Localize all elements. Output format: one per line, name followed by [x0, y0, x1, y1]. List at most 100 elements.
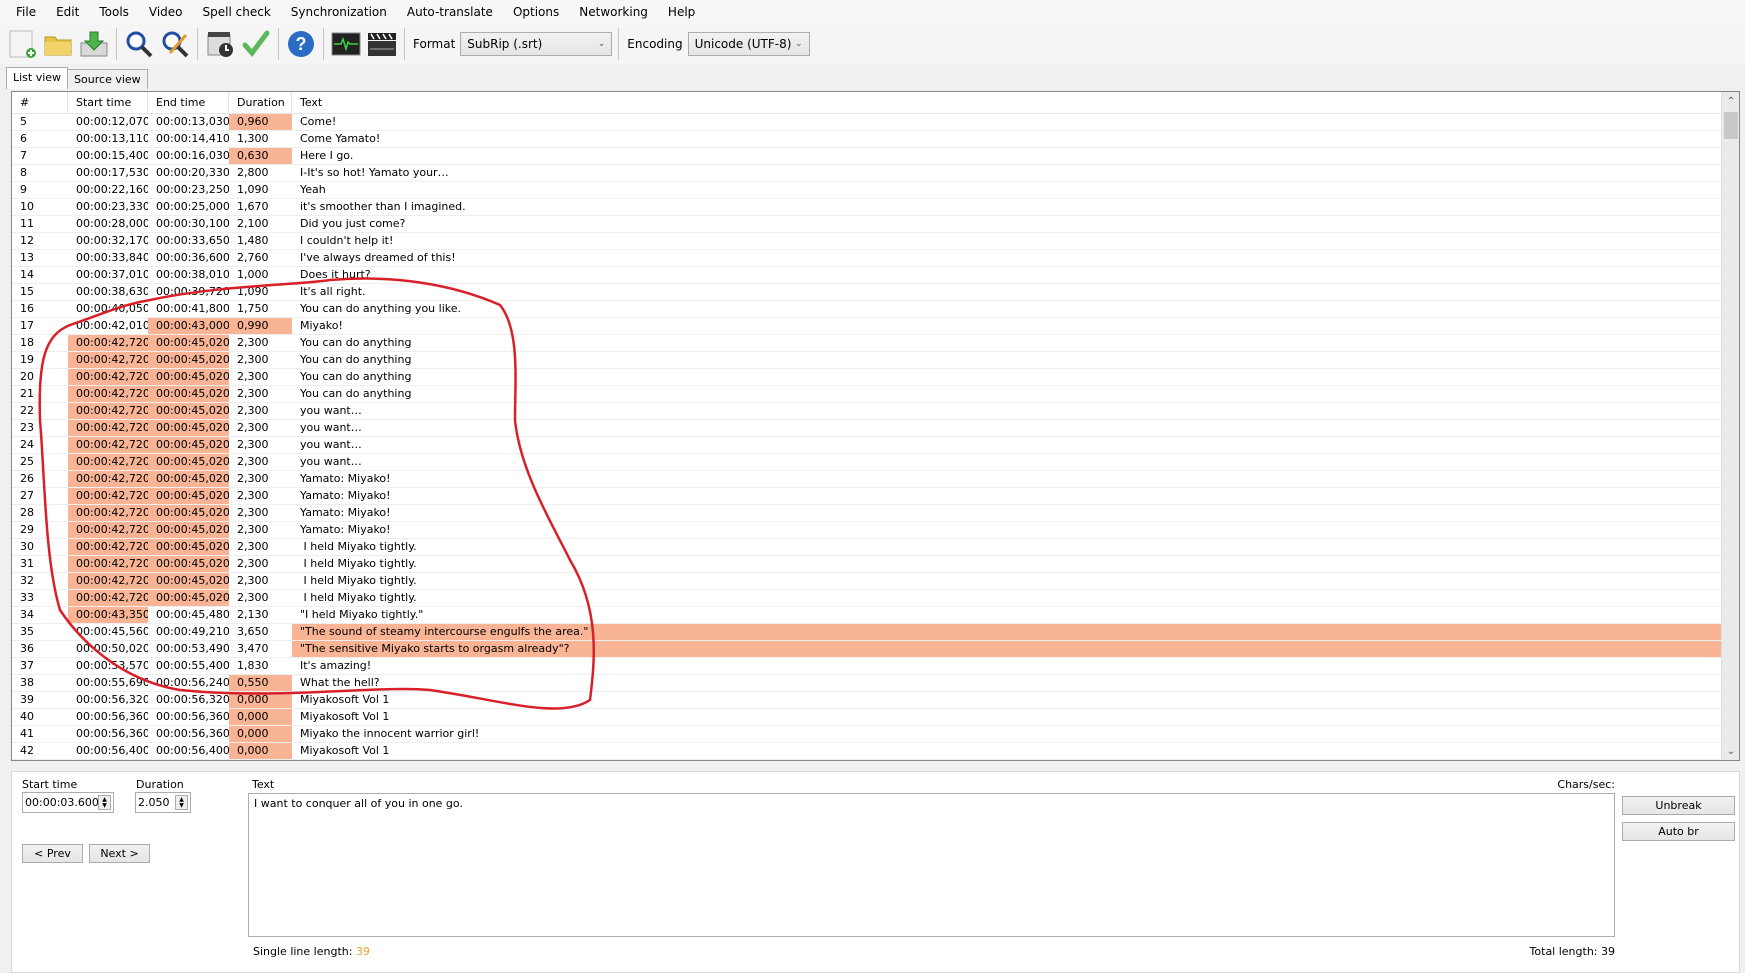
table-row[interactable]: 32 00:00:42,720 00:00:45,020 2,300 I held M… [12, 573, 1722, 590]
table-row[interactable]: 8 00:00:17,530 00:00:20,330 2,800 I-It's so … [12, 165, 1722, 182]
auto-break-button[interactable]: Auto br [1622, 822, 1735, 841]
table-row[interactable]: 14 00:00:37,010 00:00:38,010 1,000 Does it h… [12, 267, 1722, 284]
table-row[interactable]: 12 00:00:32,170 00:00:33,650 1,480 I couldn'… [12, 233, 1722, 250]
scroll-down-icon[interactable]: ⌄ [1722, 742, 1739, 760]
open-file-button[interactable] [42, 28, 74, 60]
table-row[interactable]: 13 00:00:33,840 00:00:36,600 2,760 I've alwa… [12, 250, 1722, 267]
spell-check-button[interactable] [240, 28, 272, 60]
menu-options[interactable]: Options [503, 0, 569, 24]
row-number: 22 [20, 404, 34, 417]
table-row[interactable]: 39 00:00:56,320 00:00:56,320 0,000 Miyakosof… [12, 692, 1722, 709]
table-row[interactable]: 21 00:00:42,720 00:00:45,020 2,300 You can d… [12, 386, 1722, 403]
row-number: 27 [20, 489, 34, 502]
table-row[interactable]: 9 00:00:22,160 00:00:23,250 1,090 Yeah [12, 182, 1722, 199]
scrollbar-thumb[interactable] [1724, 112, 1738, 139]
menu-tools[interactable]: Tools [89, 0, 139, 24]
menu-edit[interactable]: Edit [46, 0, 89, 24]
save-button[interactable] [78, 28, 110, 60]
table-row[interactable]: 36 00:00:50,020 00:00:53,490 3,470 "The sens… [12, 641, 1722, 658]
unbreak-button[interactable]: Unbreak [1622, 796, 1735, 815]
format-dropdown[interactable]: SubRip (.srt) ⌄ [460, 32, 613, 56]
tab-list-view[interactable]: List view [6, 67, 69, 89]
prev-button[interactable]: < Prev [22, 844, 83, 863]
menu-video[interactable]: Video [139, 0, 193, 24]
table-row[interactable]: 24 00:00:42,720 00:00:45,020 2,300 you want… [12, 437, 1722, 454]
row-number: 14 [20, 268, 34, 281]
table-row[interactable]: 6 00:00:13,110 00:00:14,410 1,300 Come Yamat… [12, 131, 1722, 148]
table-row[interactable]: 34 00:00:43,350 00:00:45,480 2,130 "I held M… [12, 607, 1722, 624]
video-button[interactable] [366, 28, 398, 60]
visual-sync-button[interactable] [204, 28, 236, 60]
table-row[interactable]: 37 00:00:53,570 00:00:55,400 1,830 It's amaz… [12, 658, 1722, 675]
table-row[interactable]: 42 00:00:56,400 00:00:56,400 0,000 Miyakosof… [12, 743, 1722, 760]
table-row[interactable]: 23 00:00:42,720 00:00:45,020 2,300 you want… [12, 420, 1722, 437]
help-button[interactable]: ? [285, 28, 317, 60]
duration-input[interactable]: 2.050 ▲ ▼ [135, 792, 191, 813]
table-row[interactable]: 35 00:00:45,560 00:00:49,210 3,650 "The soun… [12, 624, 1722, 641]
row-start-time: 00:00:42,720 [68, 437, 148, 453]
column-header-number[interactable]: # [12, 92, 68, 113]
row-end-time: 00:00:45,020 [148, 352, 229, 368]
table-row[interactable]: 31 00:00:42,720 00:00:45,020 2,300 I held M… [12, 556, 1722, 573]
start-time-spinner[interactable]: ▲ ▼ [98, 795, 111, 810]
row-end-time: 00:00:45,020 [148, 505, 229, 521]
waveform-button[interactable] [330, 28, 362, 60]
table-row[interactable]: 19 00:00:42,720 00:00:45,020 2,300 You can d… [12, 352, 1722, 369]
tab-source-view[interactable]: Source view [67, 69, 148, 89]
row-end-time: 00:00:14,410 [156, 132, 229, 145]
menu-file[interactable]: File [6, 0, 46, 24]
table-row[interactable]: 15 00:00:38,630 00:00:39,720 1,090 It's all … [12, 284, 1722, 301]
column-header-start-time[interactable]: Start time [68, 92, 148, 113]
folder-icon [44, 36, 72, 56]
table-row[interactable]: 25 00:00:42,720 00:00:45,020 2,300 you want… [12, 454, 1722, 471]
table-row[interactable]: 11 00:00:28,000 00:00:30,100 2,100 Did you j… [12, 216, 1722, 233]
table-row[interactable]: 10 00:00:23,330 00:00:25,000 1,670 it's smoo… [12, 199, 1722, 216]
row-duration: 1,300 [237, 132, 269, 145]
menu-networking[interactable]: Networking [569, 0, 658, 24]
row-number: 34 [20, 608, 34, 621]
next-button[interactable]: Next > [89, 844, 150, 863]
table-row[interactable]: 33 00:00:42,720 00:00:45,020 2,300 I held M… [12, 590, 1722, 607]
menu-spell-check[interactable]: Spell check [193, 0, 281, 24]
column-header-duration[interactable]: Duration [229, 92, 292, 113]
table-row[interactable]: 38 00:00:55,690 00:00:56,240 0,550 What the … [12, 675, 1722, 692]
table-row[interactable]: 41 00:00:56,360 00:00:56,360 0,000 Miyako th… [12, 726, 1722, 743]
menu-auto-translate[interactable]: Auto-translate [397, 0, 503, 24]
format-value: SubRip (.srt) [467, 37, 543, 51]
column-header-text[interactable]: Text [292, 92, 1722, 113]
encoding-dropdown[interactable]: Unicode (UTF-8) ⌄ [687, 32, 810, 56]
table-row[interactable]: 28 00:00:42,720 00:00:45,020 2,300 Yamato: M… [12, 505, 1722, 522]
table-row[interactable]: 22 00:00:42,720 00:00:45,020 2,300 you want… [12, 403, 1722, 420]
table-row[interactable]: 18 00:00:42,720 00:00:45,020 2,300 You can d… [12, 335, 1722, 352]
subtitle-text-input[interactable]: I want to conquer all of you in one go. [248, 793, 1615, 937]
table-row[interactable]: 29 00:00:42,720 00:00:45,020 2,300 Yamato: M… [12, 522, 1722, 539]
menu-synchronization[interactable]: Synchronization [281, 0, 397, 24]
duration-spinner[interactable]: ▲ ▼ [175, 795, 188, 810]
list-rows: 5 00:00:12,070 00:00:13,030 0,960 Come! 6 00:0… [12, 114, 1722, 760]
table-row[interactable]: 40 00:00:56,360 00:00:56,360 0,000 Miyakosof… [12, 709, 1722, 726]
row-number: 30 [20, 540, 34, 553]
row-text: I've always dreamed of this! [300, 251, 456, 264]
replace-button[interactable] [159, 28, 191, 60]
table-row[interactable]: 26 00:00:42,720 00:00:45,020 2,300 Yamato: M… [12, 471, 1722, 488]
vertical-scrollbar[interactable]: ⌃ ⌄ [1721, 92, 1739, 760]
table-row[interactable]: 5 00:00:12,070 00:00:13,030 0,960 Come! [12, 114, 1722, 131]
scroll-up-icon[interactable]: ⌃ [1722, 92, 1739, 110]
start-time-input[interactable]: 00:00:03.600 ▲ ▼ [22, 792, 114, 813]
column-header-end-time[interactable]: End time [148, 92, 229, 113]
table-row[interactable]: 7 00:00:15,400 00:00:16,030 0,630 Here I go. [12, 148, 1722, 165]
find-button[interactable] [123, 28, 155, 60]
table-row[interactable]: 20 00:00:42,720 00:00:45,020 2,300 You can d… [12, 369, 1722, 386]
start-time-value: 00:00:03.600 [25, 796, 99, 809]
row-text: Yamato: Miyako! [300, 472, 391, 485]
row-start-time: 00:00:43,350 [68, 607, 148, 623]
subtitle-list[interactable]: # Start time End time Duration Text 5 00:… [11, 91, 1740, 761]
row-end-time: 00:00:45,020 [148, 539, 229, 555]
menu-help[interactable]: Help [658, 0, 705, 24]
new-file-button[interactable] [6, 28, 38, 60]
table-row[interactable]: 16 00:00:40,050 00:00:41,800 1,750 You can d… [12, 301, 1722, 318]
table-row[interactable]: 17 00:00:42,010 00:00:43,000 0,990 Miyako! [12, 318, 1722, 335]
table-row[interactable]: 27 00:00:42,720 00:00:45,020 2,300 Yamato: M… [12, 488, 1722, 505]
help-icon: ? [288, 31, 314, 57]
table-row[interactable]: 30 00:00:42,720 00:00:45,020 2,300 I held M… [12, 539, 1722, 556]
